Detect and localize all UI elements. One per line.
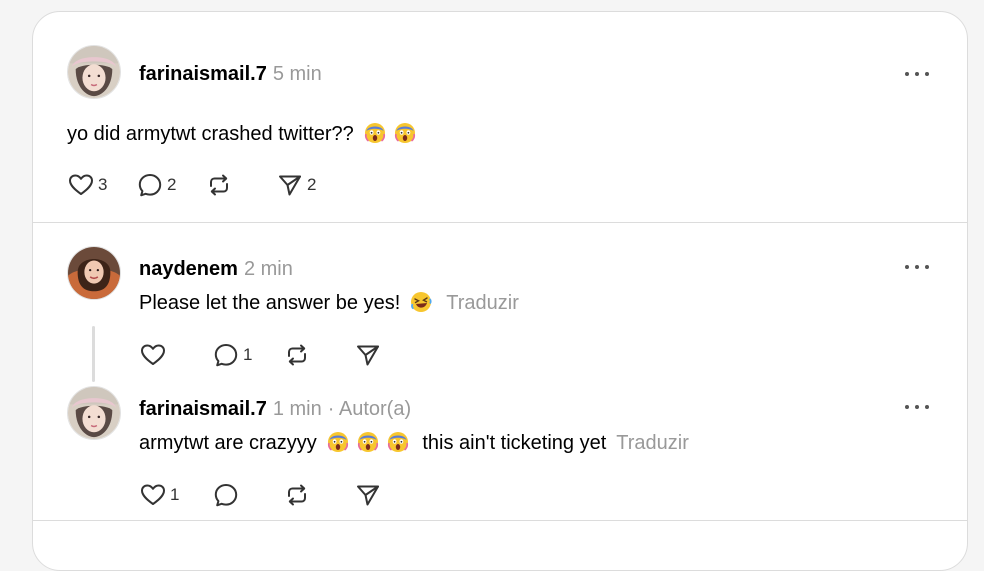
screaming-face-emoji: [394, 122, 416, 144]
repost-icon: [283, 481, 311, 509]
share-count: 2: [307, 175, 317, 194]
screaming-face-emoji: [357, 431, 379, 453]
avatar[interactable]: [67, 386, 121, 440]
thread-connector-line: [92, 326, 95, 382]
more-options-icon[interactable]: [905, 262, 929, 272]
repost-button[interactable]: [283, 481, 324, 509]
thread-card: farinaismail.7 5 min yo did armytwt crash…: [32, 11, 968, 571]
post-text: armytwt are crazyyy this ain't ticketing…: [139, 430, 689, 456]
post-text-content: Please let the answer be yes!: [139, 292, 401, 314]
share-button[interactable]: 2: [276, 171, 317, 199]
heart-icon: [139, 341, 167, 369]
translate-link[interactable]: Traduzir: [446, 292, 519, 314]
reply-button[interactable]: 2: [136, 171, 177, 199]
heart-icon: [139, 481, 167, 509]
comment-bubble-icon: [212, 341, 240, 369]
post-text-content: armytwt are crazyyy: [139, 432, 317, 454]
post-header: naydenem 2 min: [139, 257, 293, 281]
timestamp[interactable]: 5 min: [273, 63, 322, 85]
post-text: yo did armytwt crashed twitter??: [67, 121, 420, 147]
comment-bubble-icon: [212, 481, 240, 509]
reply-button[interactable]: 1: [212, 341, 253, 369]
send-icon: [276, 171, 304, 199]
like-button[interactable]: [139, 341, 180, 369]
author-reply-post: farinaismail.7 1 min · Autor(a) armytwt ar…: [33, 382, 967, 522]
action-bar: 3 2 2: [67, 170, 339, 200]
username[interactable]: naydenem: [139, 258, 238, 280]
repost-button[interactable]: [283, 341, 324, 369]
reply-count: 1: [243, 345, 253, 364]
screaming-face-emoji: [387, 431, 409, 453]
like-count: 3: [98, 175, 108, 194]
send-icon: [354, 481, 382, 509]
username[interactable]: farinaismail.7: [139, 63, 267, 85]
like-button[interactable]: 1: [139, 481, 180, 509]
reply-count: 2: [167, 175, 177, 194]
timestamp[interactable]: 2 min: [244, 258, 293, 280]
avatar[interactable]: [67, 246, 121, 300]
post-header: farinaismail.7 5 min: [139, 62, 322, 86]
timestamp[interactable]: 1 min: [273, 398, 322, 420]
screaming-face-emoji: [327, 431, 349, 453]
post-header: farinaismail.7 1 min · Autor(a): [139, 397, 411, 421]
reply-post: naydenem 2 min Please let the answer be y…: [33, 222, 967, 382]
action-bar: 1: [139, 340, 417, 370]
repost-icon: [205, 171, 233, 199]
screaming-face-emoji: [364, 122, 386, 144]
reply-button[interactable]: [212, 481, 253, 509]
like-count: 1: [170, 485, 180, 504]
repost-icon: [283, 341, 311, 369]
username[interactable]: farinaismail.7: [139, 398, 267, 420]
heart-icon: [67, 171, 95, 199]
action-bar: 1: [139, 480, 417, 510]
like-button[interactable]: 3: [67, 171, 108, 199]
more-options-icon[interactable]: [905, 69, 929, 79]
divider: [33, 520, 967, 521]
post-text: Please let the answer be yes! Traduzir: [139, 290, 519, 316]
avatar[interactable]: [67, 45, 121, 99]
send-icon: [354, 341, 382, 369]
post-text-content-continued: this ain't ticketing yet: [422, 432, 607, 454]
share-button[interactable]: [354, 481, 395, 509]
repost-button[interactable]: [205, 171, 246, 199]
more-options-icon[interactable]: [905, 402, 929, 412]
main-post: farinaismail.7 5 min yo did armytwt crash…: [33, 12, 967, 222]
author-badge: · Autor(a): [327, 398, 412, 420]
comment-bubble-icon: [136, 171, 164, 199]
translate-link[interactable]: Traduzir: [616, 432, 689, 454]
share-button[interactable]: [354, 341, 395, 369]
post-text-content: yo did armytwt crashed twitter??: [67, 123, 354, 145]
rolling-laughing-face-emoji: [410, 291, 432, 313]
